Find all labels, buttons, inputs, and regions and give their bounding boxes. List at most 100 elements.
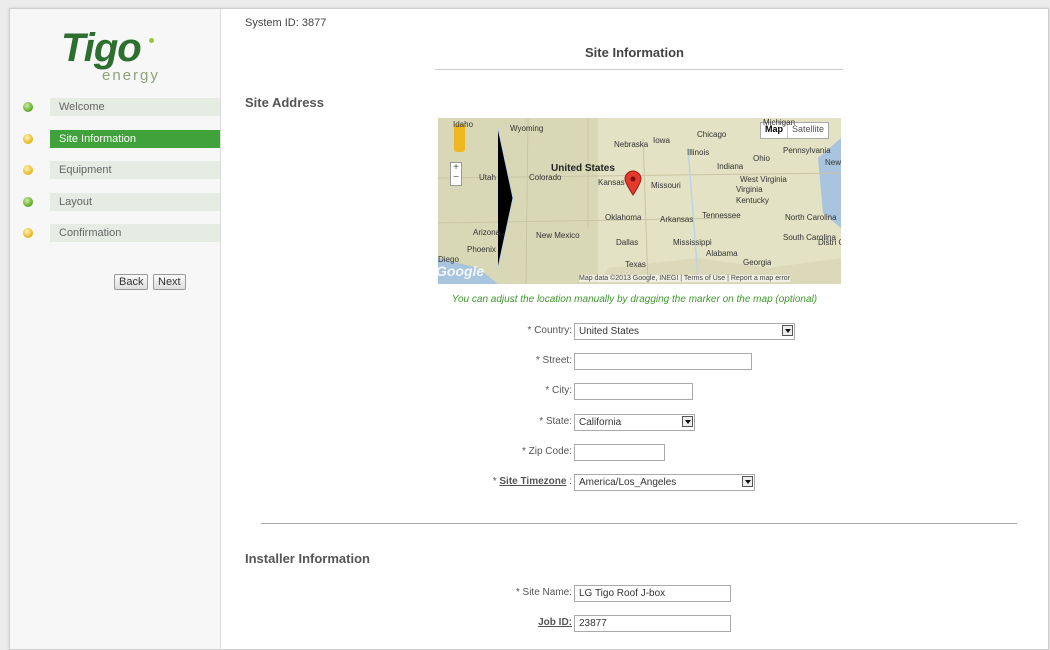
map-place-label: Michigan: [763, 118, 796, 127]
terms-link[interactable]: Terms of Use: [684, 275, 725, 282]
map-place-label: Chicago: [697, 130, 727, 139]
status-dot-icon: [23, 134, 33, 144]
step-label: Confirmation: [50, 224, 220, 242]
map-place-label: New: [825, 158, 841, 167]
map-place-label: Illinois: [687, 148, 710, 157]
map-place-label: Nebraska: [614, 140, 649, 149]
step-site-information[interactable]: Site Information: [10, 130, 220, 148]
zoom-control[interactable]: + −: [450, 162, 462, 186]
map-place-label: Tennessee: [702, 211, 741, 220]
city-input[interactable]: [574, 383, 693, 400]
state-row: * State: California: [221, 414, 1048, 432]
site-address-heading: Site Address: [245, 95, 324, 110]
map-place-label: Virginia: [736, 185, 763, 194]
step-label: Equipment: [50, 161, 220, 179]
state-select[interactable]: California: [574, 414, 695, 431]
timezone-select[interactable]: America/Los_Angeles: [574, 474, 755, 491]
map-place-label: Colorado: [529, 173, 562, 182]
chevron-down-icon: [682, 416, 693, 427]
timezone-help-link[interactable]: Site Timezone: [499, 476, 566, 487]
step-label: Welcome: [50, 98, 220, 116]
map-place-label: Distri Colur: [818, 238, 841, 247]
chevron-down-icon: [742, 476, 753, 487]
map-place-label: Mississippi: [673, 238, 712, 247]
site-name-label: * Site Name:: [515, 587, 572, 598]
step-welcome[interactable]: Welcome: [10, 98, 220, 116]
timezone-row: * Site Timezone : America/Los_Angeles: [221, 474, 1048, 492]
map-place-label: Idaho: [453, 120, 474, 129]
step-label: Site Information: [50, 130, 220, 148]
job-id-input[interactable]: 23877: [574, 615, 731, 632]
back-button[interactable]: Back: [114, 274, 149, 290]
map-place-label: Ohio: [753, 154, 770, 163]
city-label: * City:: [545, 385, 572, 396]
map-place-label: Phoenix: [467, 245, 496, 254]
map-place-label: Arkansas: [660, 215, 694, 224]
map-place-label: Indiana: [717, 162, 744, 171]
map-place-label: Dallas: [616, 238, 639, 247]
map-place-label: Alabama: [706, 249, 738, 258]
map-place-label: Pennsylvania: [783, 146, 831, 155]
street-input[interactable]: [574, 353, 752, 370]
map-place-label: Missouri: [651, 181, 681, 190]
label-suffix: :: [566, 476, 572, 487]
map-attribution: Map data ©2013 Google, INEGI | Terms of …: [579, 275, 791, 282]
zip-row: * Zip Code:: [221, 444, 1048, 462]
step-equipment[interactable]: Equipment: [10, 161, 220, 179]
map-place-label: Georgia: [743, 258, 772, 267]
country-value: United States: [579, 326, 640, 337]
city-row: * City:: [221, 383, 1048, 401]
street-row: * Street:: [221, 353, 1048, 371]
state-value: California: [579, 417, 622, 428]
status-dot-icon: [23, 102, 33, 112]
logo-brand: Tigo: [61, 26, 142, 70]
step-confirmation[interactable]: Confirmation: [10, 224, 220, 242]
country-select[interactable]: United States: [574, 323, 795, 340]
title-divider: [435, 69, 843, 70]
main-content: System ID: 3877 Site Information Site Ad…: [221, 9, 1048, 649]
section-divider: [261, 523, 1017, 524]
attribution-text: Map data ©2013 Google, INEGI: [579, 275, 679, 282]
map-place-label: North Carolina: [785, 213, 837, 222]
step-layout[interactable]: Layout: [10, 193, 220, 211]
next-button[interactable]: Next: [153, 274, 186, 290]
step-label: Layout: [50, 193, 220, 211]
map-place-label: Wyoming: [510, 124, 544, 133]
map-place-label: Oklahoma: [605, 213, 642, 222]
system-id: System ID: 3877: [245, 17, 327, 29]
map-place-label: New Mexico: [536, 231, 580, 240]
logo-dot: [149, 38, 154, 43]
map-place-label: Kentucky: [736, 196, 769, 205]
zip-label: * Zip Code:: [521, 446, 572, 457]
sidebar: Tigo energy Welcome Site Information Equ…: [10, 9, 221, 649]
page-title: Site Information: [585, 45, 684, 60]
state-label: * State:: [539, 416, 572, 427]
job-id-row: Job ID: 23877: [221, 615, 1048, 633]
status-dot-icon: [23, 228, 33, 238]
country-label: * Country:: [527, 325, 572, 336]
status-dot-icon: [23, 197, 33, 207]
map-marker-icon[interactable]: [624, 170, 642, 196]
tigo-logo: Tigo energy: [61, 26, 181, 86]
job-id-label: Job ID:: [538, 617, 572, 628]
location-map[interactable]: + − Map Satellite Google Map data ©2013 …: [438, 118, 841, 284]
report-link[interactable]: Report a map error: [731, 275, 790, 282]
site-name-row: * Site Name: LG Tigo Roof J-box: [221, 585, 1048, 603]
timezone-value: America/Los_Angeles: [579, 477, 677, 488]
job-id-help-link[interactable]: Job ID:: [538, 617, 572, 628]
timezone-label: * Site Timezone :: [493, 476, 572, 487]
status-dot-icon: [23, 165, 33, 175]
country-row: * Country: United States: [221, 323, 1048, 341]
logo-sub: energy: [102, 67, 160, 84]
map-place-label: Kansas: [598, 178, 625, 187]
street-label: * Street:: [535, 355, 572, 366]
zoom-out-button[interactable]: −: [451, 173, 461, 183]
site-name-input[interactable]: LG Tigo Roof J-box: [574, 585, 731, 602]
map-hint: You can adjust the location manually by …: [451, 294, 818, 305]
zip-input[interactable]: [574, 444, 665, 461]
map-place-label: Diego: [438, 255, 459, 264]
map-place-label: Texas: [625, 260, 646, 269]
map-place-label: West Virginia: [740, 175, 787, 184]
map-place-label: Iowa: [653, 136, 670, 145]
chevron-down-icon: [782, 325, 793, 336]
